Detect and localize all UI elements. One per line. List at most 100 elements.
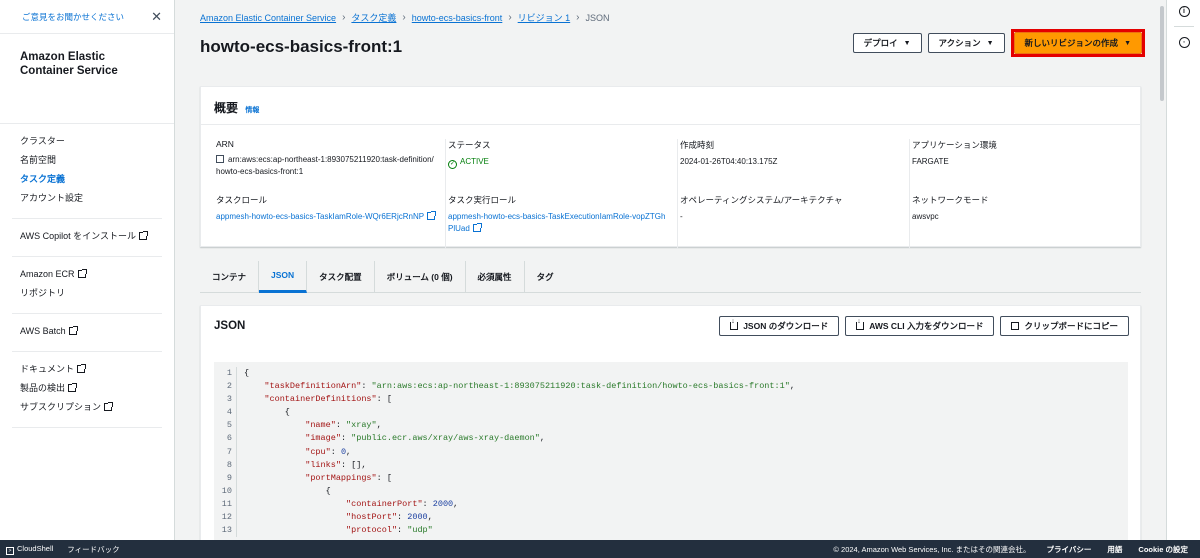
deploy-button[interactable]: デプロイ ▼: [852, 33, 922, 53]
copy-label: クリップボードにコピー: [1024, 321, 1118, 331]
sidebar-item-label: AWS Copilot をインストール: [20, 231, 137, 241]
breadcrumb-revision[interactable]: リビジョン 1: [518, 11, 571, 24]
sidebar-item-label: クラスター: [20, 136, 65, 146]
check-circle-icon: ✓: [448, 160, 457, 169]
tab-tags[interactable]: タグ: [525, 261, 566, 293]
json-key: "containerDefinitions": [264, 394, 377, 405]
line-number: 5: [226, 420, 232, 431]
code-line: 1{: [214, 367, 1128, 381]
breadcrumb-task-family[interactable]: howto-ecs-basics-front: [412, 13, 503, 23]
tab-required-attributes[interactable]: 必須属性: [466, 260, 525, 293]
code-line: 3 "containerDefinitions": [: [214, 393, 1128, 407]
tab-task-placement[interactable]: タスク配置: [307, 260, 375, 293]
breadcrumb: Amazon Elastic Container Service › タスク定義…: [200, 11, 610, 24]
breadcrumb-task-definitions[interactable]: タスク定義: [351, 11, 396, 24]
info-panel-button[interactable]: i: [1167, 2, 1200, 20]
created-field: 作成時刻 2024-01-26T04:40:13.175Z: [678, 139, 901, 180]
network-mode-value: awsvpc: [912, 212, 939, 221]
line-number: 10: [221, 485, 232, 496]
network-mode-field: ネットワークモード awsvpc: [910, 194, 1134, 235]
code-line: 5 "name": "xray",: [214, 419, 1128, 433]
cloudshell-label: CloudShell: [17, 543, 54, 553]
overview-title: 概要: [214, 101, 239, 115]
actions-button[interactable]: アクション ▼: [927, 33, 1005, 53]
main-content: Amazon Elastic Container Service › タスク定義…: [176, 0, 1158, 540]
feedback-link[interactable]: ご意見をお聞かせください: [22, 11, 124, 23]
scrollbar-thumb[interactable]: [1160, 6, 1164, 101]
sidebar-item-label: タスク定義: [20, 174, 66, 184]
cloudshell-button[interactable]: > CloudShell: [6, 544, 53, 555]
page-scrollbar[interactable]: [1158, 0, 1166, 540]
sidebar-item[interactable]: 製品の検出: [12, 379, 162, 398]
download-icon: [730, 318, 739, 330]
terms-link[interactable]: 用語: [1107, 544, 1122, 555]
cookie-settings-link[interactable]: Cookie の設定: [1138, 544, 1188, 555]
deploy-button-label: デプロイ: [863, 38, 898, 48]
tools-rail: i ◦: [1166, 0, 1200, 540]
create-new-revision-button[interactable]: 新しいリビジョンの作成 ▼: [1013, 32, 1142, 54]
os-field: オペレーティングシステム/アーキテクチャ -: [678, 194, 901, 235]
sidebar-item-label: 製品の検出: [20, 383, 66, 393]
arn-value: arn:aws:ecs:ap-northeast-1:893075211920:…: [216, 155, 434, 176]
sidebar-item[interactable]: AWS Batch: [12, 322, 162, 341]
copy-icon[interactable]: [216, 155, 224, 163]
sidebar-item[interactable]: リポジトリ: [12, 284, 162, 303]
tutorial-panel-button[interactable]: ◦: [1167, 33, 1200, 51]
json-key: "hostPort": [346, 512, 398, 523]
os-value: -: [680, 212, 683, 221]
json-code-viewer[interactable]: 1{ 2 "taskDefinitionArn": "arn:aws:ecs:a…: [214, 362, 1128, 540]
tab-json[interactable]: JSON: [259, 260, 308, 293]
sidebar-section: クラスター名前空間タスク定義アカウント設定: [12, 124, 162, 219]
external-link-icon: [68, 326, 78, 335]
close-icon[interactable]: ✕: [151, 9, 162, 25]
json-string: "arn:aws:ecs:ap-northeast-1:893075211920…: [371, 381, 790, 392]
sidebar-item[interactable]: サブスクリプション: [12, 398, 162, 417]
sidebar-item[interactable]: AWS Copilot をインストール: [12, 227, 162, 246]
download-json-button[interactable]: JSON のダウンロード: [719, 316, 840, 336]
feedback-button[interactable]: フィードバック: [67, 544, 119, 555]
privacy-link[interactable]: プライバシー: [1047, 544, 1092, 555]
overview-header: 概要 情報: [201, 87, 1140, 125]
overview-grid: ARN arn:aws:ecs:ap-northeast-1:893075211…: [201, 125, 1140, 249]
download-icon: [856, 318, 865, 330]
exec-role-field: タスク実行ロール appmesh-howto-ecs-basics-TaskEx…: [446, 194, 669, 235]
external-link-icon: [139, 231, 149, 240]
sidebar-item[interactable]: 名前空間: [12, 151, 162, 170]
highlight-box: 新しいリビジョンの作成 ▼: [1010, 29, 1145, 57]
tab-containers[interactable]: コンテナ: [200, 260, 260, 293]
arn-value-row: arn:aws:ecs:ap-northeast-1:893075211920:…: [216, 154, 437, 178]
status-value-row: ✓ ACTIVE: [448, 156, 669, 169]
chevron-right-icon: ›: [342, 12, 346, 23]
sidebar-section: Amazon ECR リポジトリ: [12, 257, 162, 314]
info-link[interactable]: 情報: [245, 107, 259, 114]
service-title[interactable]: Amazon Elastic Container Service: [0, 34, 174, 124]
json-string: "xray": [346, 420, 377, 431]
sidebar-item[interactable]: ドキュメント: [12, 360, 162, 379]
caret-down-icon: ▼: [903, 39, 911, 47]
copy-to-clipboard-button[interactable]: クリップボードにコピー: [1000, 316, 1129, 336]
json-key: "protocol": [346, 525, 398, 536]
json-actions: JSON のダウンロード AWS CLI 入力をダウンロード クリップボードにコ…: [719, 316, 1129, 336]
sidebar-item[interactable]: Amazon ECR: [12, 265, 162, 284]
sidebar-item[interactable]: アカウント設定: [12, 189, 162, 208]
json-header: JSON JSON のダウンロード AWS CLI 入力をダウンロード クリップ…: [201, 306, 1140, 346]
console-footer: > CloudShell フィードバック © 2024, Amazon Web S…: [0, 540, 1200, 558]
task-role-link-row[interactable]: appmesh-howto-ecs-basics-TaskIamRole-WQr…: [216, 211, 437, 223]
tab-volumes[interactable]: ボリューム (0 個): [375, 260, 466, 293]
sidebar-item[interactable]: クラスター: [12, 132, 162, 151]
line-number: 1: [226, 368, 232, 378]
task-role-link[interactable]: appmesh-howto-ecs-basics-TaskIamRole-WQr…: [216, 212, 424, 221]
network-mode-label: ネットワークモード: [912, 195, 989, 205]
json-key: "containerPort": [346, 498, 423, 509]
json-number: 2000: [432, 498, 454, 509]
sidebar-item[interactable]: タスク定義: [12, 170, 162, 189]
line-number: 2: [226, 381, 232, 392]
breadcrumb-ecs[interactable]: Amazon Elastic Container Service: [200, 13, 336, 23]
download-cli-input-button[interactable]: AWS CLI 入力をダウンロード: [845, 316, 995, 336]
detail-tabs: コンテナ JSON タスク配置 ボリューム (0 個) 必須属性 タグ: [200, 260, 1141, 293]
overview-column: 作成時刻 2024-01-26T04:40:13.175Z オペレーティングシス…: [678, 139, 910, 249]
arn-label: ARN: [216, 139, 234, 149]
exec-role-link-row[interactable]: appmesh-howto-ecs-basics-TaskExecutionIa…: [448, 211, 669, 235]
code-line: 2 "taskDefinitionArn": "arn:aws:ecs:ap-n…: [214, 380, 1128, 394]
arn-field: ARN arn:aws:ecs:ap-northeast-1:893075211…: [214, 139, 437, 180]
